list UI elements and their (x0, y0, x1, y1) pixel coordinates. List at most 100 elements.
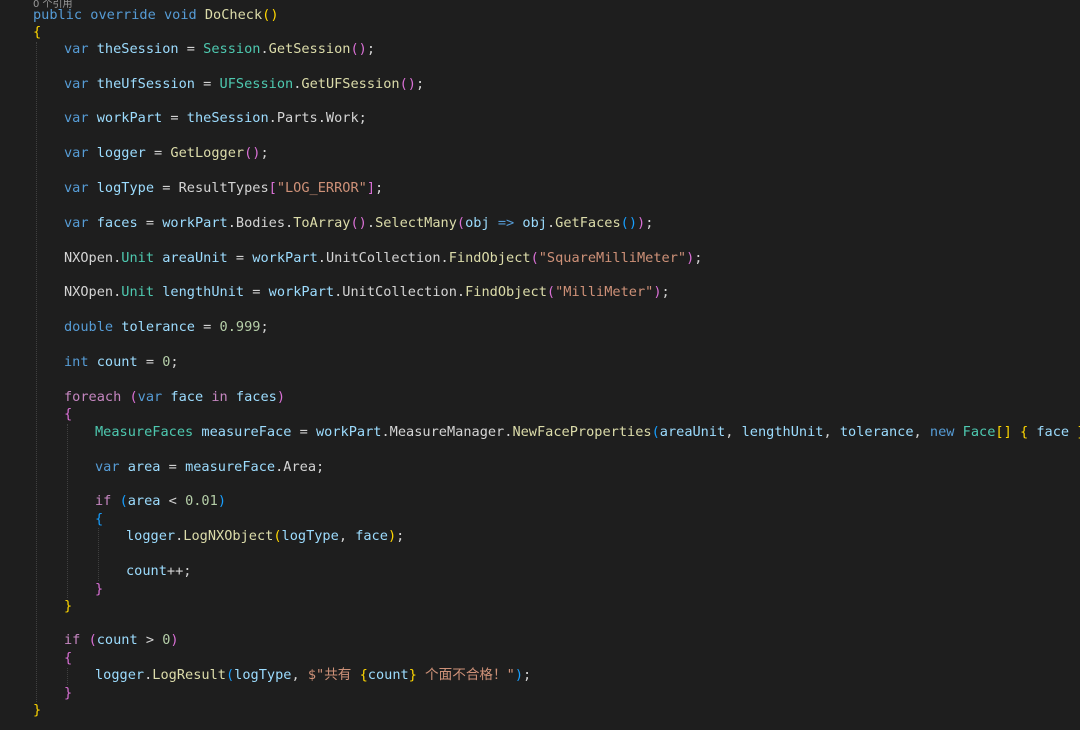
code-token: measureFace (185, 459, 276, 475)
code-line[interactable]: count++; (126, 561, 191, 581)
code-line[interactable]: { (95, 509, 103, 529)
code-line[interactable]: var faces = workPart.Bodies.ToArray().Se… (64, 213, 653, 233)
code-token: < (160, 493, 186, 509)
code-token: var (64, 145, 97, 161)
code-token: GetUFSession (301, 76, 400, 92)
code-token: ; (366, 41, 376, 57)
code-token: workPart (96, 110, 163, 126)
code-line[interactable]: double tolerance = 0.999; (64, 317, 269, 337)
code-token: "MilliMeter" (555, 284, 654, 300)
code-token: workPart (162, 215, 228, 231)
code-line[interactable]: } (64, 596, 72, 616)
code-token: if (95, 493, 120, 509)
code-token: ) (170, 632, 179, 648)
code-token: { (33, 24, 42, 40)
code-token: ( (456, 215, 466, 231)
code-token: { (64, 406, 73, 422)
code-token: ) (653, 284, 662, 300)
code-token: () (350, 41, 367, 57)
code-token: ; (694, 250, 703, 266)
code-token: DoCheck (204, 7, 263, 23)
code-line[interactable]: MeasureFaces measureFace = workPart.Meas… (95, 422, 1080, 442)
code-token: logger (96, 145, 146, 161)
code-token: { (359, 667, 368, 683)
indent-guide (36, 42, 37, 702)
code-line[interactable]: logger.LogResult(logType, $"共有 {count} 个… (95, 665, 531, 685)
code-line[interactable]: if (count > 0) (64, 630, 179, 650)
code-token: var (137, 389, 171, 405)
code-token: tolerance (121, 319, 195, 335)
code-line[interactable]: { (64, 648, 72, 668)
code-token: => (489, 215, 523, 231)
code-line[interactable]: var theSession = Session.GetSession(); (64, 39, 375, 59)
code-token: tolerance (839, 424, 914, 440)
code-token: area (127, 493, 161, 509)
code-token: logger (95, 667, 145, 683)
code-token: var (64, 76, 97, 92)
code-token: areaUnit (659, 424, 726, 440)
code-line[interactable]: { (64, 404, 72, 424)
code-token: var (64, 215, 97, 231)
code-token: .Area; (275, 459, 325, 475)
code-token: NewFaceProperties (512, 424, 652, 440)
code-token: count (126, 563, 167, 579)
code-line[interactable]: var area = measureFace.Area; (95, 457, 324, 477)
code-token: workPart (252, 250, 318, 266)
code-line[interactable]: if (area < 0.01) (95, 491, 226, 511)
code-line[interactable]: var workPart = theSession.Parts.Work; (64, 108, 367, 128)
code-token: lengthUnit (741, 424, 824, 440)
code-token: faces (96, 215, 138, 231)
code-token: ) (217, 493, 226, 509)
code-line[interactable]: var theUfSession = UFSession.GetUFSessio… (64, 74, 424, 94)
code-token: FindObject (465, 284, 547, 300)
code-token: logType (281, 528, 339, 544)
code-token: workPart (316, 424, 382, 440)
code-token: int (64, 354, 97, 370)
code-token: () (620, 215, 638, 231)
code-token: face (355, 528, 388, 544)
code-token: 个面不合格！" (416, 667, 515, 683)
code-token: ; (260, 319, 269, 335)
indent-guide (67, 424, 68, 598)
code-token: new (929, 424, 963, 440)
code-token: foreach (64, 389, 130, 405)
code-token: } (64, 598, 73, 614)
code-token: if (64, 632, 89, 648)
code-token: () (350, 215, 367, 231)
code-editor[interactable]: 0 个引用 public override void DoCheck(){var… (0, 0, 1080, 730)
code-line[interactable]: var logType = ResultTypes["LOG_ERROR"]; (64, 178, 383, 198)
code-token: count (367, 667, 409, 683)
code-token: ( (88, 632, 97, 648)
code-token: GetFaces (555, 215, 621, 231)
code-token: logType (96, 180, 155, 196)
code-line[interactable]: { (33, 22, 41, 42)
code-line[interactable]: } (64, 683, 72, 703)
code-token: .Parts.Work; (268, 110, 367, 126)
code-line[interactable]: public override void DoCheck() (33, 5, 279, 25)
code-line[interactable]: NXOpen.Unit lengthUnit = workPart.UnitCo… (64, 282, 670, 302)
code-token: ++; (166, 563, 192, 579)
code-token: } (95, 581, 104, 597)
code-token: ( (225, 667, 235, 683)
code-line[interactable]: NXOpen.Unit areaUnit = workPart.UnitColl… (64, 248, 702, 268)
code-line[interactable]: } (95, 579, 103, 599)
code-token: = (178, 41, 204, 57)
code-line[interactable]: int count = 0; (64, 352, 179, 372)
code-token: 0.01 (185, 493, 218, 509)
code-token: = (244, 284, 269, 300)
code-token: MeasureFaces (95, 424, 194, 440)
code-token: } (64, 685, 73, 701)
indent-guide (98, 528, 99, 581)
code-token: LogResult (152, 667, 226, 683)
code-token: NXOpen. (64, 250, 122, 266)
code-token: theSession (186, 110, 269, 126)
code-line[interactable]: logger.LogNXObject(logType, face); (126, 526, 404, 546)
code-line[interactable]: var logger = GetLogger(); (64, 143, 269, 163)
code-line[interactable]: } (33, 700, 41, 720)
code-line[interactable]: foreach (var face in faces) (64, 387, 285, 407)
code-token: obj (465, 215, 490, 231)
gutter-fold-marker (0, 724, 4, 730)
code-token: in (203, 389, 236, 405)
code-token: , (913, 424, 930, 440)
